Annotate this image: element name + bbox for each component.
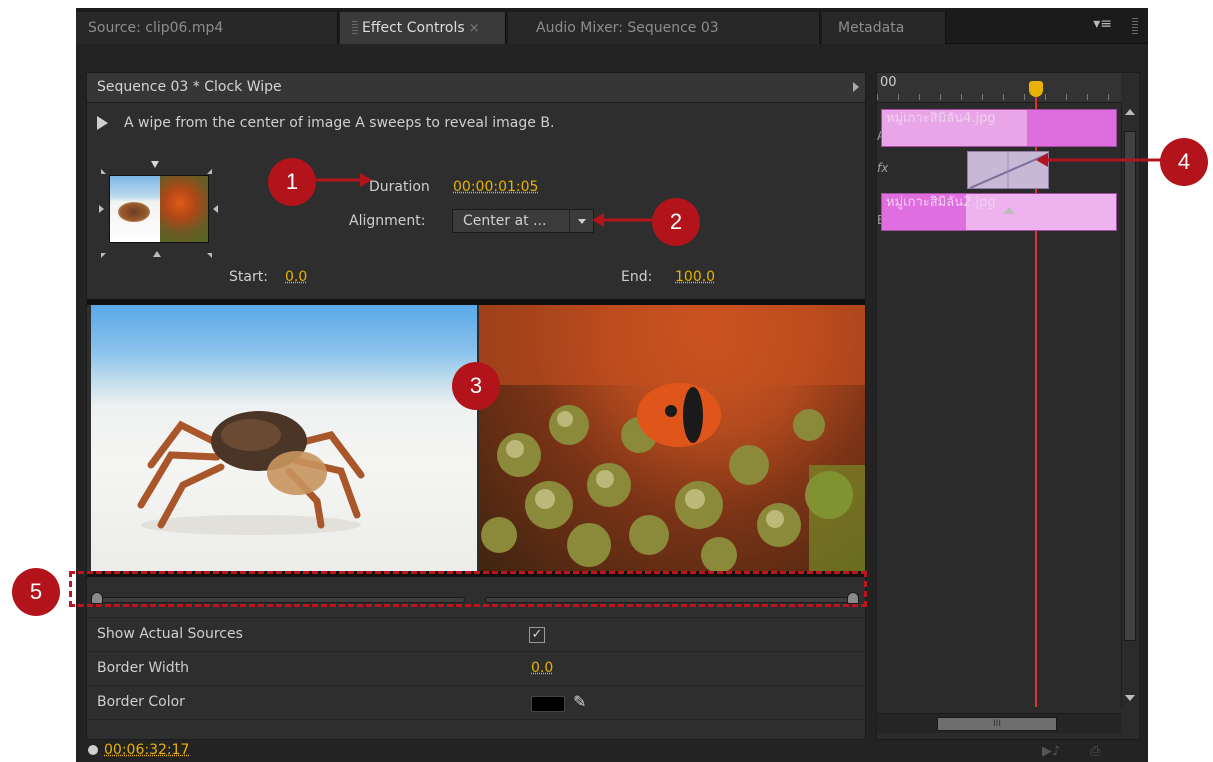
end-label: End: (621, 269, 653, 285)
time-ruler[interactable]: 00 (877, 73, 1121, 103)
annotation-badge-3: 3 (452, 362, 500, 410)
fx-label: fx (877, 161, 889, 175)
tab-source[interactable]: Source: clip06.mp4 (76, 12, 338, 44)
grip-icon[interactable] (1132, 18, 1138, 36)
tab-bar: Source: clip06.mp4 Effect Controls × Audi… (76, 8, 1148, 44)
tab-source-label: Source: clip06.mp4 (88, 20, 224, 36)
wipe-direction-selector[interactable] (97, 157, 218, 261)
border-width-value[interactable]: 0.0 (531, 660, 553, 676)
alignment-dropdown[interactable]: Center at ... (452, 209, 594, 233)
vertical-scroll-thumb[interactable] (1124, 131, 1136, 641)
ruler-start-label: 00 (880, 75, 897, 90)
tab-audio-mixer[interactable]: Audio Mixer: Sequence 03 (508, 12, 820, 44)
annotation-badge-5: 5 (12, 568, 60, 616)
duration-label: Duration (369, 179, 430, 195)
playhead-icon[interactable] (1029, 81, 1043, 97)
tab-effect-controls-label: Effect Controls (362, 20, 465, 36)
show-actual-sources-checkbox[interactable]: ✓ (529, 627, 545, 643)
annotation-badge-2: 2 (652, 198, 700, 246)
timecode-marker-icon (88, 745, 98, 755)
scroll-up-icon[interactable] (1125, 109, 1135, 115)
eyedropper-icon[interactable]: ✎ (573, 692, 586, 711)
border-width-label: Border Width (97, 660, 190, 676)
thumbnail-image-b (160, 176, 208, 242)
wipe-from-east-icon[interactable] (213, 205, 218, 213)
tab-effect-controls[interactable]: Effect Controls × (340, 12, 506, 44)
effect-header: Sequence 03 * Clock Wipe (87, 73, 865, 103)
tab-audio-mixer-label: Audio Mixer: Sequence 03 (536, 20, 719, 36)
duration-value[interactable]: 00:00:01:05 (453, 179, 538, 195)
annotation-badge-4: 4 (1160, 138, 1208, 186)
annotation-arrow-1 (316, 173, 372, 187)
wipe-from-north-icon[interactable] (151, 161, 159, 168)
annotation-arrow-2 (592, 213, 654, 227)
border-width-row: Border Width 0.0 (87, 651, 865, 685)
annotation-badge-1: 1 (268, 158, 316, 206)
horizontal-scrollbar[interactable]: III (877, 713, 1121, 733)
wipe-from-nw-icon[interactable] (101, 169, 106, 174)
show-actual-sources-label: Show Actual Sources (97, 626, 243, 642)
wipe-from-west-icon[interactable] (99, 205, 104, 213)
description-text: A wipe from the center of image A sweeps… (124, 115, 555, 131)
clip-b-name: หมู่เกาะสิมิลัน2.jpg (886, 195, 996, 210)
wipe-from-sw-icon[interactable] (101, 253, 106, 258)
status-bar: 00:06:32:17 ▶♪ ⎙ (76, 740, 1148, 762)
chevron-down-icon[interactable] (569, 210, 593, 232)
play-icon[interactable] (97, 116, 108, 130)
close-icon[interactable]: × (469, 21, 480, 36)
border-color-swatch[interactable] (531, 696, 565, 712)
alignment-label: Alignment: (349, 213, 426, 229)
start-value[interactable]: 0.0 (285, 269, 307, 285)
clip-b[interactable]: หมู่เกาะสิมิลัน2.jpg (881, 193, 1117, 231)
show-actual-sources-row: Show Actual Sources ✓ (87, 617, 865, 651)
grip-icon (352, 21, 358, 35)
crab-image (137, 411, 365, 535)
thumbnail-image-a (110, 176, 160, 242)
transition-thumbnail (109, 175, 209, 243)
image-a-preview (91, 305, 477, 571)
wipe-from-south-icon[interactable] (153, 251, 161, 257)
start-label: Start: (229, 269, 268, 285)
ruler-ticks (877, 94, 1121, 100)
horizontal-scroll-thumb[interactable]: III (937, 717, 1057, 731)
clip-a-name: หมู่เกาะสิมิลัน4.jpg (886, 111, 996, 126)
scroll-down-icon[interactable] (1125, 695, 1135, 701)
current-timecode[interactable]: 00:06:32:17 (104, 742, 189, 758)
center-marker-icon[interactable] (1003, 207, 1015, 214)
expand-arrow-icon[interactable] (853, 82, 859, 92)
play-audio-icon[interactable]: ▶♪ (1042, 744, 1060, 759)
wipe-from-se-icon[interactable] (207, 253, 212, 258)
end-value[interactable]: 100.0 (675, 269, 715, 285)
border-color-row: Border Color ✎ (87, 685, 865, 719)
border-color-label: Border Color (97, 694, 185, 710)
effect-title: Sequence 03 * Clock Wipe (97, 79, 282, 95)
export-icon[interactable]: ⎙ (1090, 744, 1100, 759)
clip-a[interactable]: หมู่เกาะสิมิลัน4.jpg (881, 109, 1117, 147)
effect-controls-window: Source: clip06.mp4 Effect Controls × Audi… (76, 8, 1148, 762)
next-property-row (87, 719, 865, 739)
panel-menu-icon[interactable]: ▾≡ (1093, 16, 1112, 32)
effect-description: A wipe from the center of image A sweeps… (97, 115, 554, 131)
transition-timeline: 00 A หมู่เกาะสิมิลัน4.jpg fx B หมู่เกาะส… (876, 72, 1140, 740)
annotation-arrow-4 (1036, 153, 1162, 167)
image-b-preview (479, 305, 865, 571)
annotation-highlight-box (69, 571, 867, 607)
anemone-fish-image (479, 305, 865, 571)
tab-metadata[interactable]: Metadata (822, 12, 946, 44)
alignment-value: Center at ... (463, 213, 547, 229)
vertical-scrollbar[interactable] (1121, 103, 1139, 707)
tab-metadata-label: Metadata (838, 20, 905, 36)
wipe-from-ne-icon[interactable] (207, 169, 212, 174)
